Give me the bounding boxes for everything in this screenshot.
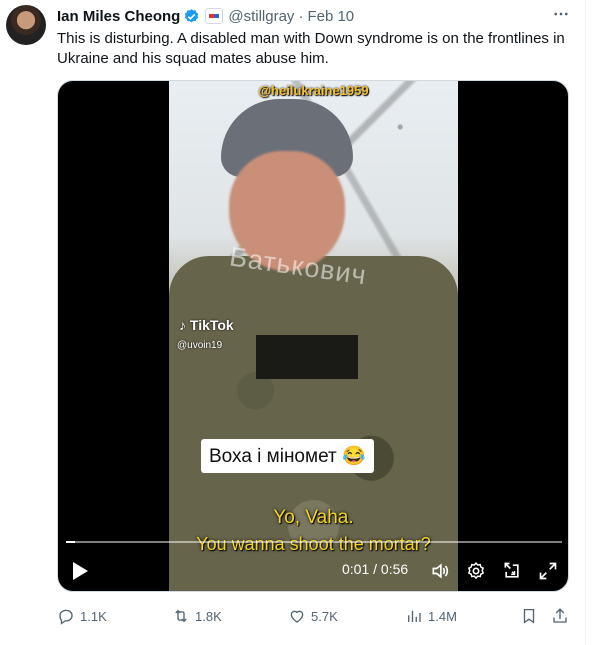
settings-gear-icon	[467, 561, 485, 580]
settings-button[interactable]	[464, 559, 488, 583]
pop-out-icon	[504, 562, 519, 578]
time-separator: /	[369, 561, 381, 577]
tiktok-logo: ♪ TikTok	[179, 317, 234, 333]
tiktok-label: TikTok	[189, 317, 234, 333]
tiktok-note-icon: ♪	[179, 317, 186, 333]
volume-icon	[432, 563, 449, 579]
verified-badge-icon	[185, 8, 199, 22]
video-progress-bar[interactable]	[66, 541, 562, 543]
bookmark-button[interactable]	[520, 604, 538, 628]
separator-dot: ·	[298, 7, 304, 25]
author-name[interactable]: Ian Miles Cheong	[57, 8, 180, 25]
avatar[interactable]	[6, 5, 46, 45]
reply-button[interactable]: 1.1K	[57, 604, 107, 628]
affiliation-badge-icon[interactable]	[205, 8, 224, 24]
fullscreen-icon	[539, 562, 557, 580]
pop-out-button[interactable]	[500, 559, 524, 583]
video-duration: 0:56	[380, 561, 409, 577]
tiktok-username: @uvoin19	[177, 340, 223, 351]
more-options-icon[interactable]	[549, 4, 573, 24]
volume-button[interactable]	[428, 559, 452, 583]
subtitle-line-2: You wanna shoot the mortar?	[196, 534, 431, 554]
play-icon	[73, 562, 88, 580]
repost-count: 1.8K	[195, 608, 222, 624]
tweet: Ian Miles Cheong @stillgray · Feb 10 Thi…	[0, 0, 586, 645]
video-top-tag: @heilukraine1959	[258, 83, 369, 98]
reply-count: 1.1K	[80, 608, 107, 624]
repost-button[interactable]: 1.8K	[172, 604, 222, 628]
bookmark-icon	[523, 608, 535, 624]
video-progress-fill	[66, 541, 75, 543]
tweet-actions: 1.1K 1.8K 5.7K 1.4M	[57, 604, 572, 628]
views-button[interactable]: 1.4M	[405, 604, 457, 628]
tweet-header: Ian Miles Cheong @stillgray · Feb 10	[57, 6, 354, 26]
like-count: 5.7K	[311, 608, 338, 624]
views-chart-icon	[408, 610, 421, 622]
video-time: 0:01 / 0:56	[342, 561, 408, 577]
author-handle[interactable]: @stillgray	[228, 8, 294, 25]
reply-icon	[59, 609, 73, 625]
play-button[interactable]	[68, 559, 92, 583]
chest-patch	[256, 335, 358, 379]
video-caption: Воха і міномет 😂	[201, 439, 374, 473]
current-time: 0:01	[342, 561, 370, 577]
fullscreen-button[interactable]	[536, 559, 560, 583]
heart-icon	[290, 610, 304, 623]
view-count: 1.4M	[428, 608, 457, 624]
subtitle-line-1: Yo, Vaha.	[273, 507, 354, 528]
share-icon	[553, 608, 567, 623]
like-button[interactable]: 5.7K	[288, 604, 338, 628]
tweet-text: This is disturbing. A disabled man with …	[57, 30, 565, 67]
tweet-date[interactable]: Feb 10	[307, 8, 354, 25]
repost-icon	[175, 609, 187, 623]
share-button[interactable]	[551, 604, 569, 628]
video-player[interactable]: @heilukraine1959 Батькович ♪ TikTok @uvo…	[57, 80, 569, 592]
video-frame: @heilukraine1959 Батькович ♪ TikTok @uvo…	[169, 81, 458, 591]
